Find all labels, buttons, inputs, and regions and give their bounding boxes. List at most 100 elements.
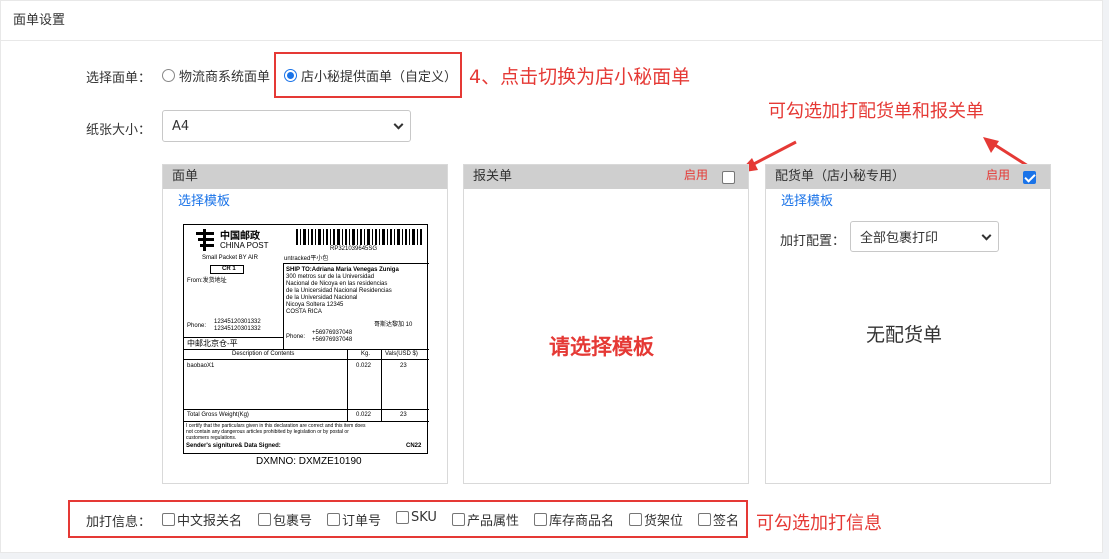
extra-option-stock-name[interactable]: 库存商品名: [534, 510, 614, 529]
cr-text: CR 1: [222, 266, 236, 272]
customs-panel-title: 报关单: [473, 169, 513, 184]
extra-option-signature[interactable]: 签名: [698, 510, 739, 529]
radio-label: 物流商系统面单: [179, 70, 271, 85]
picking-empty-text: 无配货单: [866, 324, 943, 346]
shipping-label-preview: 中国邮政 CHINA POST RP321039645SG Small Pack…: [183, 224, 429, 454]
untracked-text: untracked平小包: [284, 256, 329, 262]
address-line: COSTA RICA: [286, 309, 322, 315]
customs-enable-label: 启用: [684, 168, 709, 182]
signature-text: Sender's signiture& Data Signed:: [186, 443, 281, 449]
picking-panel-title: 配货单（店小秘专用）: [775, 169, 906, 184]
extra-info-label: 加打信息：: [86, 515, 152, 530]
page: 面单设置 选择面单： 物流商系统面单 店小秘提供面单（自定义） 4、点击切换为店…: [0, 0, 1109, 559]
phone-from-label: Phone:: [187, 323, 207, 329]
paper-size-value: A4: [172, 118, 190, 134]
divider: [184, 349, 429, 350]
option-label: 包裹号: [273, 514, 313, 529]
card-title: 面单设置: [1, 1, 1102, 41]
print-config-label: 加打配置：: [780, 234, 846, 249]
print-config-select[interactable]: 全部包裹打印: [850, 221, 999, 252]
extra-option-sku[interactable]: SKU: [396, 510, 437, 525]
radio-icon: [162, 69, 175, 82]
option-label: 货架位: [644, 514, 684, 529]
annotation-step4: 4、点击切换为店小秘面单: [469, 66, 691, 88]
divider: [184, 359, 429, 360]
checkbox-icon: [629, 513, 642, 526]
divider: [283, 263, 429, 264]
checkbox-icon: [452, 513, 465, 526]
tracking-number: RP321039645SG: [330, 246, 378, 252]
checkbox-icon: [534, 513, 547, 526]
cn22-text: CN22: [406, 443, 422, 449]
table-head-desc: Description of Contents: [232, 351, 295, 357]
option-label: 库存商品名: [549, 514, 615, 529]
phone-from-value: 12345120301332: [214, 326, 261, 332]
extra-option-shelf[interactable]: 货架位: [629, 510, 683, 529]
address-line: Nicoya Soltera 12345: [286, 302, 344, 308]
customs-enable-checkbox[interactable]: [722, 171, 735, 184]
chevron-down-icon: [981, 230, 992, 241]
waybill-panel-title: 面单: [163, 165, 447, 189]
template-label: 选择面单：: [86, 71, 152, 86]
logo-en-text: CHINA POST: [220, 241, 269, 250]
from-text: From:发货地址: [187, 278, 227, 284]
origin-text: 中邮北京仓-平: [187, 339, 238, 348]
total-kg: 0.022: [356, 412, 372, 418]
divider: [347, 349, 348, 422]
extra-option-product-attr[interactable]: 产品属性: [452, 510, 519, 529]
divider: [184, 409, 429, 410]
paper-size-label: 纸张大小：: [86, 123, 152, 138]
certify-line: customers regulations.: [186, 435, 237, 441]
picking-enable-label: 启用: [986, 168, 1011, 182]
option-label: 签名: [713, 514, 740, 529]
divider: [184, 421, 429, 422]
customs-panel: 报关单: [463, 164, 749, 484]
extra-option-order-no[interactable]: 订单号: [327, 510, 381, 529]
item-kg: 0.022: [356, 363, 372, 369]
divider: [283, 263, 284, 349]
customs-placeholder: 请选择模板: [549, 335, 654, 359]
checkbox-icon: [258, 513, 271, 526]
service-text: Small Packet BY AIR: [202, 255, 258, 261]
phone-to-value: +56976937048: [312, 337, 353, 343]
address-line: Nacional de Nicoya en las residencias: [286, 281, 388, 287]
checkbox-icon: [698, 513, 711, 526]
ship-to-text: SHIP TO:Adriana Maria Venegas Zuniga: [286, 267, 399, 273]
radio-carrier-template[interactable]: 物流商系统面单: [162, 66, 270, 85]
phone-to-label: Phone:: [286, 334, 306, 340]
print-config-value: 全部包裹打印: [860, 231, 939, 246]
divider: [381, 349, 382, 422]
checkbox-icon: [396, 511, 409, 524]
dxm-number: DXMNO: DXMZE10190: [256, 456, 362, 467]
barcode-icon: [296, 229, 422, 245]
picking-enable-checkbox[interactable]: [1023, 171, 1036, 184]
address-line: de la Unicersidad Nacional Residencias: [286, 288, 392, 294]
paper-size-select[interactable]: A4: [162, 110, 411, 142]
checkbox-icon: [327, 513, 340, 526]
waybill-select-template-link[interactable]: 选择模板: [178, 190, 230, 209]
picking-select-template-link[interactable]: 选择模板: [781, 190, 833, 209]
annotation-checkable: 可勾选加打配货单和报关单: [768, 101, 984, 122]
option-label: SKU: [411, 510, 437, 525]
region-text: 哥斯达黎加 10: [374, 322, 413, 328]
phone-to-value: +56976937048: [312, 330, 353, 336]
option-label: 产品属性: [467, 514, 520, 529]
table-head-kg: Kg.: [361, 351, 371, 357]
item-vals: 23: [400, 363, 407, 369]
phone-from-value: 12345120301332: [214, 319, 261, 325]
highlight-box-template: [274, 52, 462, 98]
divider: [184, 337, 283, 338]
checkbox-icon: [162, 513, 175, 526]
address-line: 300 metros sur de la Universidad: [286, 274, 375, 280]
annotation-extra: 可勾选加打信息: [756, 513, 882, 534]
option-label: 中文报关名: [177, 514, 243, 529]
option-label: 订单号: [342, 514, 382, 529]
total-vals: 23: [400, 412, 407, 418]
item-desc: baobaoX1: [187, 363, 215, 369]
extra-option-package-no[interactable]: 包裹号: [258, 510, 312, 529]
table-head-vals: Vals(USD $): [385, 351, 418, 357]
address-line: de la Universidad Nacional: [286, 295, 358, 301]
extra-option-cn-customs-name[interactable]: 中文报关名: [162, 510, 242, 529]
china-post-logo-icon: [196, 229, 214, 251]
chevron-down-icon: [393, 119, 404, 130]
